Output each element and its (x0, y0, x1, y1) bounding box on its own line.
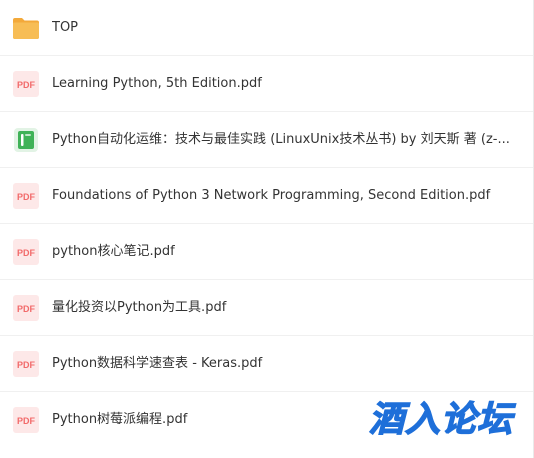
pdf-file-icon: PDF (11, 237, 41, 267)
file-row[interactable]: PDF Foundations of Python 3 Network Prog… (0, 168, 533, 224)
pdf-icon-label: PDF (17, 304, 36, 314)
file-name: 量化投资以Python为工具.pdf (52, 300, 227, 315)
file-name: python核心笔记.pdf (52, 244, 175, 259)
pdf-icon-label: PDF (17, 192, 36, 202)
file-row[interactable]: Python自动化运维：技术与最佳实践 (LinuxUnix技术丛书) by 刘… (0, 112, 533, 168)
pdf-file-icon: PDF (11, 405, 41, 435)
file-row[interactable]: PDF Python数据科学速查表 - Keras.pdf (0, 336, 533, 392)
pdf-file-icon: PDF (11, 181, 41, 211)
ebook-file-icon (11, 125, 41, 155)
file-name: Foundations of Python 3 Network Programm… (52, 188, 491, 203)
pdf-file-icon: PDF (11, 349, 41, 379)
pdf-icon-label: PDF (17, 360, 36, 370)
watermark-logo: 酒入论坛 (360, 398, 522, 438)
file-row[interactable]: PDF 量化投资以Python为工具.pdf (0, 280, 533, 336)
file-name: Learning Python, 5th Edition.pdf (52, 76, 262, 91)
watermark-text: 酒入论坛 (369, 400, 516, 438)
file-name: Python数据科学速查表 - Keras.pdf (52, 356, 263, 371)
pdf-icon-label: PDF (17, 416, 36, 426)
file-name: TOP (52, 20, 79, 35)
file-name: Python自动化运维：技术与最佳实践 (LinuxUnix技术丛书) by 刘… (52, 132, 510, 147)
file-row[interactable]: PDF python核心笔记.pdf (0, 224, 533, 280)
pdf-file-icon: PDF (11, 293, 41, 323)
file-row[interactable]: TOP (0, 0, 533, 56)
file-list: TOP PDF Learning Python, 5th Edition.pdf… (0, 0, 534, 458)
pdf-icon-label: PDF (17, 80, 36, 90)
folder-icon (11, 13, 41, 43)
file-row[interactable]: PDF Learning Python, 5th Edition.pdf (0, 56, 533, 112)
pdf-icon-label: PDF (17, 248, 36, 258)
pdf-file-icon: PDF (11, 69, 41, 99)
